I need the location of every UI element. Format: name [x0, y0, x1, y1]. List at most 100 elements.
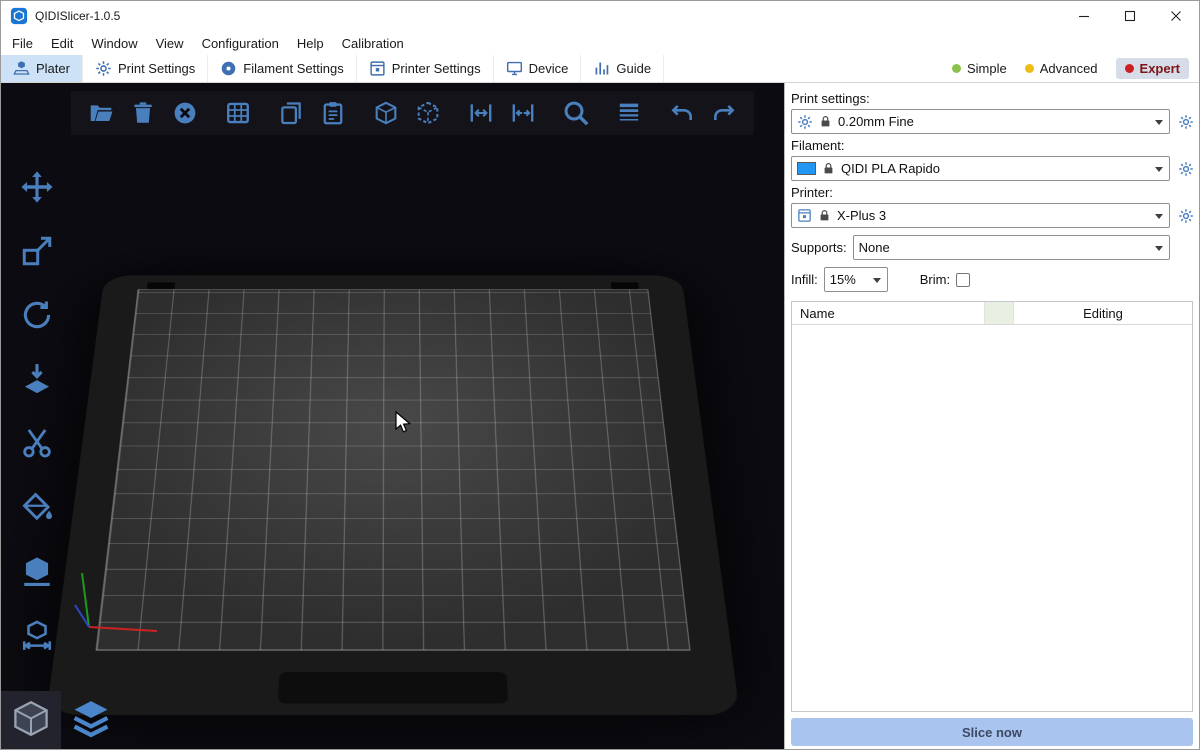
- mode-expert[interactable]: Expert: [1116, 58, 1189, 79]
- build-plate-scene: [1, 83, 784, 749]
- rotate-button[interactable]: [8, 287, 66, 343]
- printer-label: Printer:: [791, 185, 1196, 200]
- settings-sidebar: Print settings: 0.20mm Fine Filament: QI…: [784, 83, 1199, 749]
- name-column-header: Name: [792, 306, 984, 321]
- support-button[interactable]: [8, 543, 66, 599]
- supports-combo[interactable]: None: [853, 235, 1170, 260]
- menu-edit[interactable]: Edit: [42, 33, 82, 54]
- open-folder-icon: [88, 100, 114, 126]
- measure-button[interactable]: [8, 607, 66, 663]
- menu-configuration[interactable]: Configuration: [193, 33, 288, 54]
- arrange-button[interactable]: [221, 96, 255, 130]
- tab-print-settings[interactable]: Print Settings: [83, 55, 208, 82]
- printer-combo[interactable]: X-Plus 3: [791, 203, 1170, 228]
- fill-bed-button[interactable]: [464, 96, 498, 130]
- place-on-face-button[interactable]: [8, 351, 66, 407]
- infill-combo[interactable]: 15%: [824, 267, 888, 292]
- trash-icon: [130, 100, 156, 126]
- gear-icon: [1178, 114, 1194, 130]
- plater-icon: [13, 60, 30, 77]
- delete-all-icon: [172, 100, 198, 126]
- printer-icon: [797, 208, 812, 223]
- print-settings-gear-button[interactable]: [1176, 111, 1196, 133]
- paint-bucket-icon: [20, 490, 54, 524]
- mode-switcher: Simple Advanced Expert: [952, 55, 1199, 82]
- filament-color-swatch: [797, 162, 816, 175]
- menu-window[interactable]: Window: [82, 33, 146, 54]
- supports-label: Supports:: [791, 240, 847, 255]
- paint-button[interactable]: [8, 479, 66, 535]
- tab-plater[interactable]: Plater: [1, 55, 83, 82]
- support-cube-icon: [20, 554, 54, 588]
- app-icon: [10, 7, 28, 25]
- variable-layer-height-button[interactable]: [612, 96, 646, 130]
- filament-combo[interactable]: QIDI PLA Rapido: [791, 156, 1170, 181]
- viewport-canvas[interactable]: [1, 83, 784, 749]
- paste-button[interactable]: [316, 96, 350, 130]
- move-arrows-icon: [20, 170, 54, 204]
- tab-device[interactable]: Device: [494, 55, 582, 82]
- redo-button[interactable]: [707, 96, 741, 130]
- slice-now-button[interactable]: Slice now: [791, 718, 1193, 746]
- printer-bed-frame: [46, 275, 740, 715]
- tabbar: Plater Print Settings Filament Settings …: [1, 55, 1199, 83]
- view-mode-toggles: [1, 691, 121, 749]
- cut-button[interactable]: [8, 415, 66, 471]
- arrange-grid-icon: [225, 100, 251, 126]
- menu-view[interactable]: View: [147, 33, 193, 54]
- menu-calibration[interactable]: Calibration: [333, 33, 413, 54]
- lock-icon: [819, 115, 832, 128]
- tab-printer-settings[interactable]: Printer Settings: [357, 55, 494, 82]
- mode-advanced[interactable]: Advanced: [1025, 61, 1098, 76]
- gear-icon: [1178, 161, 1194, 177]
- delete-all-button[interactable]: [168, 96, 202, 130]
- object-list-body[interactable]: [792, 325, 1192, 711]
- bed-clip-right: [611, 282, 639, 289]
- editor-view-button[interactable]: [1, 691, 61, 749]
- chevron-down-icon: [873, 278, 881, 287]
- filament-gear-button[interactable]: [1176, 158, 1196, 180]
- copy-button[interactable]: [274, 96, 308, 130]
- mode-simple[interactable]: Simple: [952, 61, 1007, 76]
- object-list-header: Name Editing: [792, 302, 1192, 325]
- open-button[interactable]: [84, 96, 118, 130]
- delete-button[interactable]: [126, 96, 160, 130]
- tab-filament-settings[interactable]: Filament Settings: [208, 55, 356, 82]
- menu-file[interactable]: File: [3, 33, 42, 54]
- brim-checkbox[interactable]: [956, 273, 970, 287]
- printer-gear-button[interactable]: [1176, 205, 1196, 227]
- maximize-button[interactable]: [1107, 1, 1153, 31]
- split-parts-button[interactable]: [411, 96, 445, 130]
- menubar: File Edit Window View Configuration Help…: [1, 31, 1199, 55]
- close-button[interactable]: [1153, 1, 1199, 31]
- menu-help[interactable]: Help: [288, 33, 333, 54]
- undo-button[interactable]: [665, 96, 699, 130]
- preview-layers-icon: [68, 697, 114, 743]
- tab-label: Printer Settings: [392, 61, 481, 76]
- move-button[interactable]: [8, 159, 66, 215]
- tab-label: Plater: [36, 61, 70, 76]
- bed-clip-left: [147, 282, 175, 289]
- guide-icon: [593, 60, 610, 77]
- simple-dot-icon: [952, 64, 961, 73]
- tab-guide[interactable]: Guide: [581, 55, 664, 82]
- layer-lines-icon: [616, 100, 642, 126]
- bed-handle: [278, 672, 508, 704]
- print-settings-combo[interactable]: 0.20mm Fine: [791, 109, 1170, 134]
- copy-icon: [278, 100, 304, 126]
- supports-value: None: [859, 240, 1149, 255]
- printer-value: X-Plus 3: [837, 208, 1149, 223]
- gear-icon: [797, 114, 813, 130]
- scale-button[interactable]: [8, 223, 66, 279]
- minimize-button[interactable]: [1061, 1, 1107, 31]
- search-button[interactable]: [559, 96, 593, 130]
- axes-indicator-icon: [69, 569, 169, 641]
- arrows-outward-bars-icon: [510, 100, 536, 126]
- print-settings-icon: [95, 60, 112, 77]
- remove-instances-button[interactable]: [506, 96, 540, 130]
- arrows-between-bars-icon: [468, 100, 494, 126]
- split-objects-button[interactable]: [369, 96, 403, 130]
- viewport-left-toolbar: [8, 159, 66, 671]
- preview-view-button[interactable]: [61, 691, 121, 749]
- device-icon: [506, 60, 523, 77]
